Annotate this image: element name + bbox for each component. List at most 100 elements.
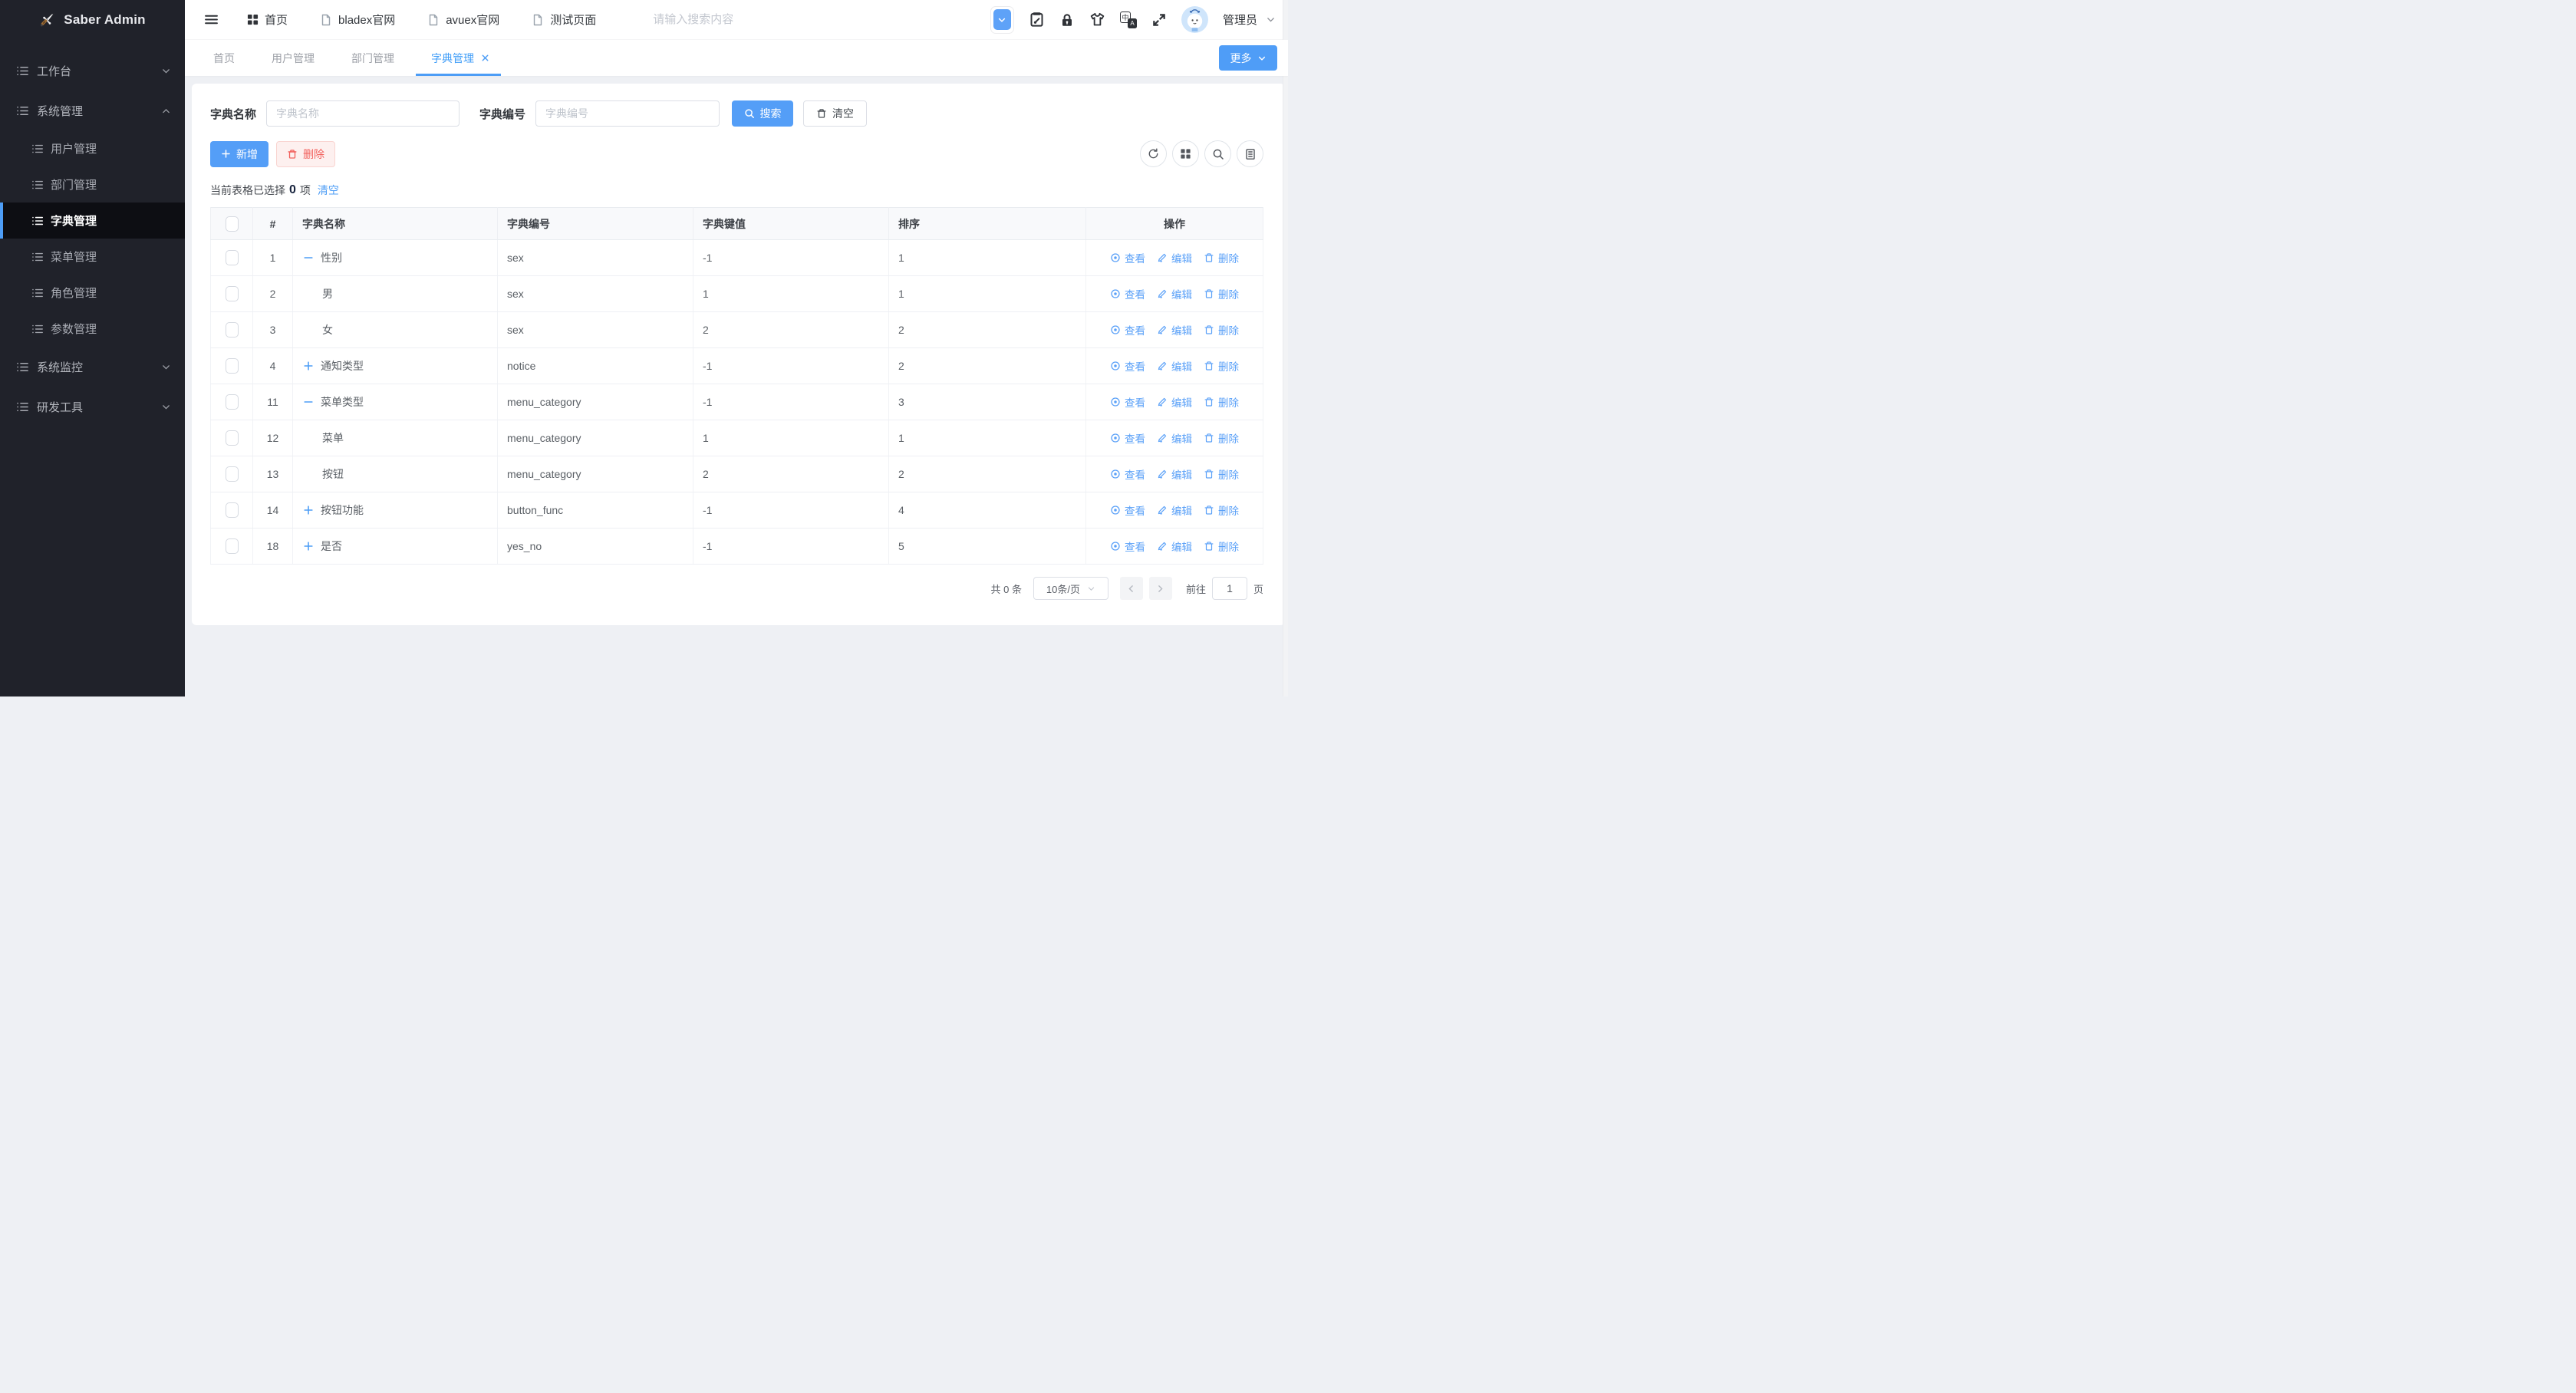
delete-action[interactable]: 删除 <box>1204 250 1239 265</box>
sidebar-item-user-manage[interactable]: 用户管理 <box>0 130 185 166</box>
add-button[interactable]: 新增 <box>210 141 268 167</box>
top-link-avuex[interactable]: avuex官网 <box>427 12 499 28</box>
expand-plus-icon[interactable] <box>302 361 314 372</box>
edit-action[interactable]: 编辑 <box>1157 250 1192 265</box>
user-avatar[interactable] <box>1181 6 1208 33</box>
user-name[interactable]: 管理员 <box>1223 12 1257 28</box>
data-list-button[interactable] <box>1237 140 1263 167</box>
dict-code-input[interactable] <box>535 100 720 127</box>
expand-plus-icon[interactable] <box>302 541 314 552</box>
edit-action[interactable]: 编辑 <box>1157 538 1192 554</box>
expand-plus-icon[interactable] <box>302 505 314 516</box>
view-action[interactable]: 查看 <box>1110 286 1145 301</box>
tab-dict-manage[interactable]: 字典管理 <box>431 40 489 76</box>
dict-sort-value: 2 <box>889 456 1086 492</box>
hamburger-menu-icon[interactable] <box>204 12 219 27</box>
prev-page-button[interactable] <box>1120 577 1143 600</box>
sidebar-item-param-manage[interactable]: 参数管理 <box>0 311 185 347</box>
row-checkbox[interactable] <box>226 286 239 301</box>
sidebar-item-dept-manage[interactable]: 部门管理 <box>0 166 185 203</box>
delete-action[interactable]: 删除 <box>1204 502 1239 518</box>
row-checkbox[interactable] <box>226 322 239 338</box>
row-checkbox[interactable] <box>226 394 239 410</box>
trash-icon <box>1204 288 1214 299</box>
row-checkbox[interactable] <box>226 358 239 374</box>
view-action[interactable]: 查看 <box>1110 538 1145 554</box>
delete-button[interactable]: 删除 <box>276 141 335 167</box>
chevron-down-icon[interactable] <box>1266 15 1276 25</box>
table-row: 1 性别 sex -1 1 查看 <box>211 240 1263 276</box>
tab-dept-manage[interactable]: 部门管理 <box>351 40 394 76</box>
selection-clear-link[interactable]: 清空 <box>318 183 339 198</box>
eye-icon <box>1110 252 1121 263</box>
edit-action[interactable]: 编辑 <box>1157 430 1192 446</box>
column-header-actions: 操作 <box>1086 208 1263 240</box>
chevron-up-icon <box>161 106 171 116</box>
edit-action[interactable]: 编辑 <box>1157 394 1192 410</box>
sidebar-item-system-monitor[interactable]: 系统监控 <box>0 347 185 387</box>
sidebar-item-dict-manage[interactable]: 字典管理 <box>0 203 185 239</box>
view-action[interactable]: 查看 <box>1110 358 1145 374</box>
tab-user-manage[interactable]: 用户管理 <box>272 40 315 76</box>
edit-action[interactable]: 编辑 <box>1157 466 1192 482</box>
collapse-minus-icon[interactable] <box>302 252 314 264</box>
edit-action[interactable]: 编辑 <box>1157 502 1192 518</box>
translate-icon[interactable]: 中 A <box>1120 12 1137 28</box>
edit-action[interactable]: 编辑 <box>1157 286 1192 301</box>
delete-action[interactable]: 删除 <box>1204 394 1239 410</box>
sidebar-item-dev-tools[interactable]: 研发工具 <box>0 387 185 426</box>
page-number-input[interactable] <box>1212 577 1247 600</box>
work-order-icon[interactable] <box>1029 12 1045 28</box>
view-action[interactable]: 查看 <box>1110 466 1145 482</box>
sidebar-item-workbench[interactable]: 工作台 <box>0 51 185 91</box>
select-all-checkbox[interactable] <box>226 216 239 232</box>
tab-home[interactable]: 首页 <box>213 40 235 76</box>
next-page-button[interactable] <box>1149 577 1172 600</box>
top-link-bladex[interactable]: bladex官网 <box>320 12 395 28</box>
clear-filters-button[interactable]: 清空 <box>803 100 867 127</box>
view-action[interactable]: 查看 <box>1110 394 1145 410</box>
edit-action[interactable]: 编辑 <box>1157 322 1192 338</box>
dict-name-input[interactable] <box>266 100 460 127</box>
sidebar-item-menu-manage[interactable]: 菜单管理 <box>0 239 185 275</box>
search-button-label: 搜索 <box>760 106 782 121</box>
column-settings-button[interactable] <box>1172 140 1199 167</box>
view-action[interactable]: 查看 <box>1110 322 1145 338</box>
delete-action[interactable]: 删除 <box>1204 430 1239 446</box>
view-action[interactable]: 查看 <box>1110 250 1145 265</box>
dict-name-cell: 按钮功能 <box>302 502 488 518</box>
global-search-input[interactable] <box>651 12 782 27</box>
delete-action[interactable]: 删除 <box>1204 286 1239 301</box>
dagger-icon <box>39 12 56 28</box>
sidebar-item-system-manage[interactable]: 系统管理 <box>0 91 185 130</box>
top-link-home[interactable]: 首页 <box>247 12 288 28</box>
lock-icon[interactable] <box>1059 12 1075 28</box>
fullscreen-icon[interactable] <box>1151 12 1167 28</box>
delete-action[interactable]: 删除 <box>1204 538 1239 554</box>
search-toggle-button[interactable] <box>1204 140 1231 167</box>
row-checkbox[interactable] <box>226 466 239 482</box>
sidebar-item-role-manage[interactable]: 角色管理 <box>0 275 185 311</box>
search-button[interactable]: 搜索 <box>732 100 793 127</box>
page-scrollbar[interactable] <box>1283 0 1288 696</box>
row-index: 2 <box>253 276 293 312</box>
view-action[interactable]: 查看 <box>1110 502 1145 518</box>
view-action[interactable]: 查看 <box>1110 430 1145 446</box>
delete-action[interactable]: 删除 <box>1204 322 1239 338</box>
tab-close-icon[interactable] <box>481 54 489 62</box>
top-link-test-page[interactable]: 测试页面 <box>532 12 596 28</box>
row-checkbox[interactable] <box>226 430 239 446</box>
page-size-select[interactable]: 10条/页 <box>1033 577 1108 600</box>
refresh-button[interactable] <box>1140 140 1167 167</box>
collapse-minus-icon[interactable] <box>302 397 314 408</box>
debug-toggle-button[interactable] <box>990 6 1014 34</box>
theme-tshirt-icon[interactable] <box>1089 12 1105 28</box>
row-checkbox[interactable] <box>226 502 239 518</box>
row-checkbox[interactable] <box>226 538 239 554</box>
dict-code-value: notice <box>498 348 693 384</box>
delete-action[interactable]: 删除 <box>1204 358 1239 374</box>
more-tabs-button[interactable]: 更多 <box>1219 45 1277 71</box>
delete-action[interactable]: 删除 <box>1204 466 1239 482</box>
row-checkbox[interactable] <box>226 250 239 265</box>
edit-action[interactable]: 编辑 <box>1157 358 1192 374</box>
